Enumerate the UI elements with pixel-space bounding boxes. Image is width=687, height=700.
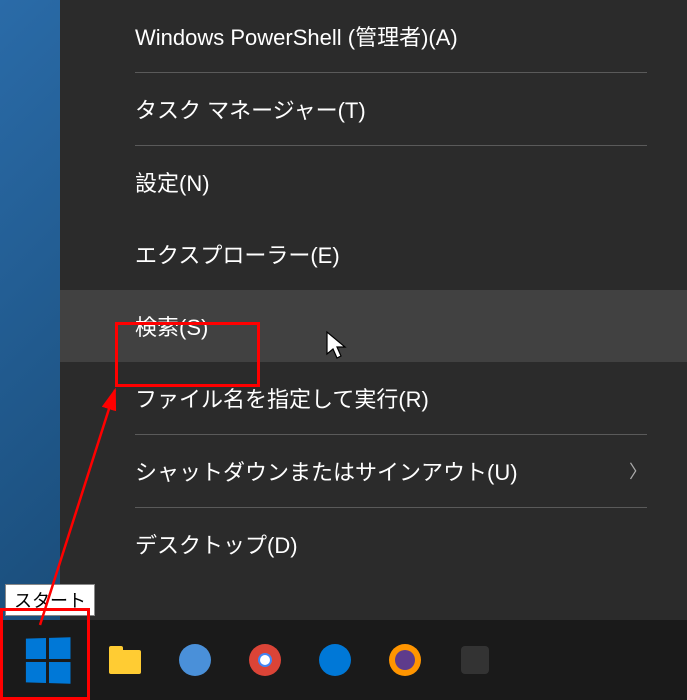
taskbar-icon-app2[interactable] bbox=[445, 630, 505, 690]
menu-item-label: 設定(N) bbox=[135, 171, 210, 196]
menu-item-label: ファイル名を指定して実行(R) bbox=[135, 387, 429, 412]
windows-logo-icon bbox=[26, 637, 71, 683]
menu-item-powershell-admin[interactable]: Windows PowerShell (管理者)(A) bbox=[60, 0, 687, 72]
taskbar-icon-edge[interactable] bbox=[305, 630, 365, 690]
menu-item-task-manager[interactable]: タスク マネージャー(T) bbox=[60, 73, 687, 145]
menu-item-desktop[interactable]: デスクトップ(D) bbox=[60, 508, 687, 580]
menu-item-shutdown-signout[interactable]: シャットダウンまたはサインアウト(U) 〉 bbox=[60, 435, 687, 507]
tooltip-text: スタート bbox=[14, 591, 86, 611]
taskbar-icon-chrome[interactable] bbox=[235, 630, 295, 690]
menu-item-run[interactable]: ファイル名を指定して実行(R) bbox=[60, 362, 687, 434]
menu-item-search[interactable]: 検索(S) bbox=[60, 290, 687, 362]
chevron-right-icon: 〉 bbox=[629, 458, 647, 484]
menu-item-label: デスクトップ(D) bbox=[135, 533, 298, 558]
taskbar-icon-app1[interactable] bbox=[165, 630, 225, 690]
start-tooltip: スタート bbox=[5, 584, 95, 616]
taskbar bbox=[0, 620, 687, 700]
menu-item-label: エクスプローラー(E) bbox=[135, 243, 340, 268]
menu-item-label: 検索(S) bbox=[135, 315, 208, 340]
start-button[interactable] bbox=[10, 623, 85, 698]
taskbar-icon-explorer[interactable] bbox=[95, 630, 155, 690]
menu-item-settings[interactable]: 設定(N) bbox=[60, 146, 687, 218]
menu-item-label: タスク マネージャー(T) bbox=[135, 98, 366, 123]
menu-item-label: Windows PowerShell (管理者)(A) bbox=[135, 25, 458, 50]
menu-item-explorer[interactable]: エクスプローラー(E) bbox=[60, 218, 687, 290]
desktop-background bbox=[0, 0, 60, 620]
winx-context-menu: Windows PowerShell (管理者)(A) タスク マネージャー(T… bbox=[60, 0, 687, 620]
menu-item-label: シャットダウンまたはサインアウト(U) bbox=[135, 460, 518, 485]
taskbar-icon-firefox[interactable] bbox=[375, 630, 435, 690]
